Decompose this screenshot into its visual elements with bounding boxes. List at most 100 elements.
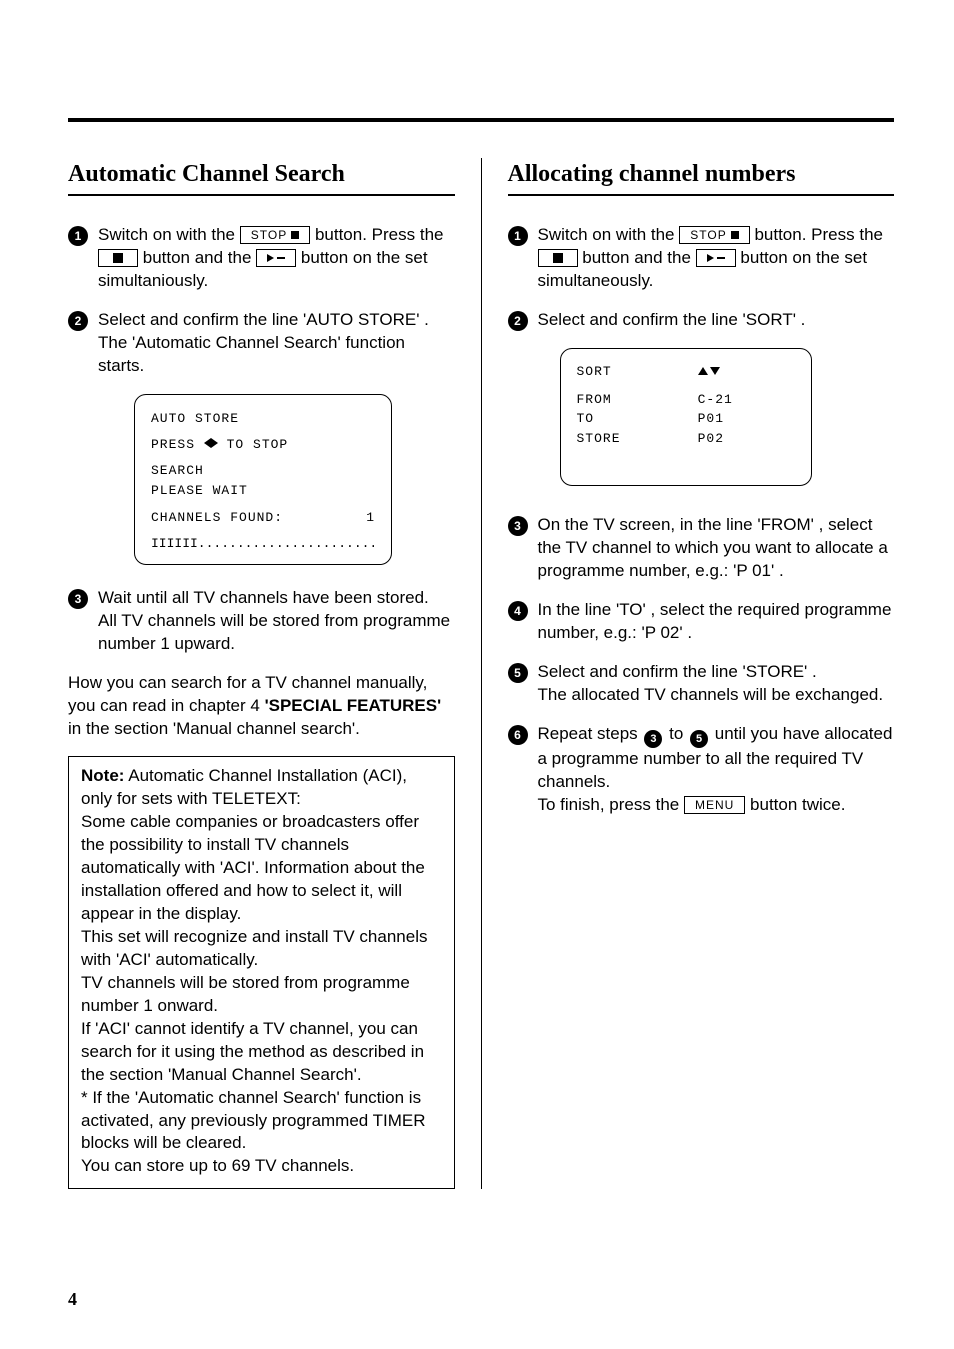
note-l5: If 'ACI' cannot identify a TV channel, y… bbox=[81, 1019, 424, 1084]
left-step1-text-c: button and the bbox=[143, 248, 256, 267]
right-step6-b: to bbox=[664, 724, 688, 743]
osd-channels-found-label: CHANNELS FOUND: bbox=[151, 508, 283, 528]
osd-sort-label: SORT bbox=[577, 363, 698, 383]
tv-square-icon-r bbox=[553, 253, 563, 263]
note-l2: Some cable companies or broadcasters off… bbox=[81, 812, 425, 923]
left-step3-line1: Wait until all TV channels have been sto… bbox=[98, 588, 429, 607]
step-badge-2: 2 bbox=[68, 311, 88, 331]
note-l6: * If the 'Automatic channel Search' func… bbox=[81, 1088, 426, 1153]
manual-search-paragraph: How you can search for a TV channel manu… bbox=[68, 672, 455, 741]
note-box: Note: Automatic Channel Installation (AC… bbox=[68, 756, 455, 1189]
stop-square-icon bbox=[291, 231, 299, 239]
left-step2-line1: Select and confirm the line 'AUTO STORE'… bbox=[98, 310, 429, 329]
right-step6-d: To finish, press the bbox=[538, 795, 684, 814]
note-l4: TV channels will be stored from programm… bbox=[81, 973, 410, 1015]
osd-sort: SORT FROM C-21 TO P01 STORE P02 bbox=[560, 348, 812, 486]
stop-label-r: STOP bbox=[690, 228, 726, 242]
right-step-3: 3 On the TV screen, in the line 'FROM' ,… bbox=[508, 514, 895, 583]
right-step5-line2: The allocated TV channels will be exchan… bbox=[538, 685, 884, 704]
step-badge-5r: 5 bbox=[508, 663, 528, 683]
inline-badge-3: 3 bbox=[644, 730, 662, 748]
tv-button-key bbox=[98, 249, 138, 267]
right-step-6: 6 Repeat steps 3 to 5 until you have all… bbox=[508, 723, 895, 817]
osd-progress: IIIIII.................................. bbox=[151, 534, 375, 554]
osd-from-label: FROM bbox=[577, 391, 698, 411]
standby-dash-icon-r bbox=[717, 257, 725, 259]
osd-line5: CHANNELS FOUND: 1 bbox=[151, 508, 375, 528]
osd-sort-arrows bbox=[698, 363, 795, 383]
left-step-3: 3 Wait until all TV channels have been s… bbox=[68, 587, 455, 656]
right-step1-text-b: button. Press the bbox=[754, 225, 883, 244]
standby-triangle-icon bbox=[267, 254, 274, 262]
osd-line2: PRESS TO STOP bbox=[151, 435, 375, 455]
right-step2-text: Select and confirm the line 'SORT' . bbox=[538, 310, 806, 329]
menu-button-key: MENU bbox=[684, 796, 745, 814]
top-rule bbox=[68, 118, 894, 122]
standby-dash-icon bbox=[277, 257, 285, 259]
page-number: 4 bbox=[68, 1287, 77, 1311]
osd-from-value: C-21 bbox=[698, 391, 795, 411]
right-step4-text: In the line 'TO' , select the required p… bbox=[538, 600, 892, 642]
left-column: Automatic Channel Search 1 Switch on wit… bbox=[68, 158, 455, 1189]
right-step1-text-a: Switch on with the bbox=[538, 225, 680, 244]
tv-button-key-r bbox=[538, 249, 578, 267]
osd-line3: SEARCH bbox=[151, 461, 375, 481]
right-step-4: 4 In the line 'TO' , select the required… bbox=[508, 599, 895, 645]
left-title: Automatic Channel Search bbox=[68, 158, 455, 190]
stop-button-key-r: STOP bbox=[679, 226, 749, 244]
right-title-underline bbox=[508, 194, 895, 196]
left-step1-text-a: Switch on with the bbox=[98, 225, 240, 244]
osd-to-label: TO bbox=[577, 410, 698, 430]
osd-store-label: STORE bbox=[577, 430, 698, 450]
step-badge-3r: 3 bbox=[508, 516, 528, 536]
right-step3-text: On the TV screen, in the line 'FROM' , s… bbox=[538, 515, 888, 580]
osd-l2a: PRESS bbox=[151, 437, 204, 452]
osd-auto-store: AUTO STORE PRESS TO STOP SEARCH PLEASE W… bbox=[134, 394, 392, 565]
column-divider bbox=[481, 158, 482, 1189]
standby-button-key bbox=[256, 249, 296, 267]
standby-triangle-icon-r bbox=[707, 254, 714, 262]
note-l1: Automatic Channel Installation (ACI), on… bbox=[81, 766, 407, 808]
stop-square-icon-r bbox=[731, 231, 739, 239]
right-step6-a: Repeat steps bbox=[538, 724, 643, 743]
left-step-1: 1 Switch on with the STOP button. Press … bbox=[68, 224, 455, 293]
right-step-2: 2 Select and confirm the line 'SORT' . bbox=[508, 309, 895, 332]
right-step5-line1: Select and confirm the line 'STORE' . bbox=[538, 662, 817, 681]
step-badge-1r: 1 bbox=[508, 226, 528, 246]
osd-channels-found-value: 1 bbox=[366, 508, 375, 528]
right-step1-text-c: button and the bbox=[582, 248, 695, 267]
step-badge-1: 1 bbox=[68, 226, 88, 246]
two-column-layout: Automatic Channel Search 1 Switch on wit… bbox=[68, 158, 894, 1189]
tv-square-icon bbox=[113, 253, 123, 263]
manual-b: 'SPECIAL FEATURES' bbox=[265, 696, 442, 715]
right-step-1: 1 Switch on with the STOP button. Press … bbox=[508, 224, 895, 293]
step-badge-3: 3 bbox=[68, 589, 88, 609]
osd-to-value: P01 bbox=[698, 410, 795, 430]
stop-label: STOP bbox=[251, 228, 287, 242]
osd-line1: AUTO STORE bbox=[151, 409, 375, 429]
left-step-2: 2 Select and confirm the line 'AUTO STOR… bbox=[68, 309, 455, 378]
osd-line4: PLEASE WAIT bbox=[151, 481, 375, 501]
osd-l2b: TO STOP bbox=[218, 437, 288, 452]
down-arrow-icon bbox=[710, 367, 720, 375]
step-badge-4r: 4 bbox=[508, 601, 528, 621]
standby-button-key-r bbox=[696, 249, 736, 267]
note-l7: You can store up to 69 TV channels. bbox=[81, 1156, 354, 1175]
note-lead: Note: bbox=[81, 766, 124, 785]
note-l3: This set will recognize and install TV c… bbox=[81, 927, 427, 969]
left-right-arrow-icon bbox=[204, 437, 218, 452]
up-arrow-icon bbox=[698, 367, 708, 375]
left-step2-line2: The 'Automatic Channel Search' function … bbox=[98, 333, 405, 375]
right-step6-e: button twice. bbox=[750, 795, 845, 814]
step-badge-6r: 6 bbox=[508, 725, 528, 745]
menu-label: MENU bbox=[695, 798, 734, 812]
manual-c: in the section 'Manual channel search'. bbox=[68, 719, 360, 738]
step-badge-2r: 2 bbox=[508, 311, 528, 331]
right-step-5: 5 Select and confirm the line 'STORE' . … bbox=[508, 661, 895, 707]
stop-button-key: STOP bbox=[240, 226, 310, 244]
osd-store-value: P02 bbox=[698, 430, 795, 450]
right-column: Allocating channel numbers 1 Switch on w… bbox=[508, 158, 895, 1189]
left-title-underline bbox=[68, 194, 455, 196]
left-step1-text-b: button. Press the bbox=[315, 225, 444, 244]
left-step3-line2: All TV channels will be stored from prog… bbox=[98, 611, 450, 653]
